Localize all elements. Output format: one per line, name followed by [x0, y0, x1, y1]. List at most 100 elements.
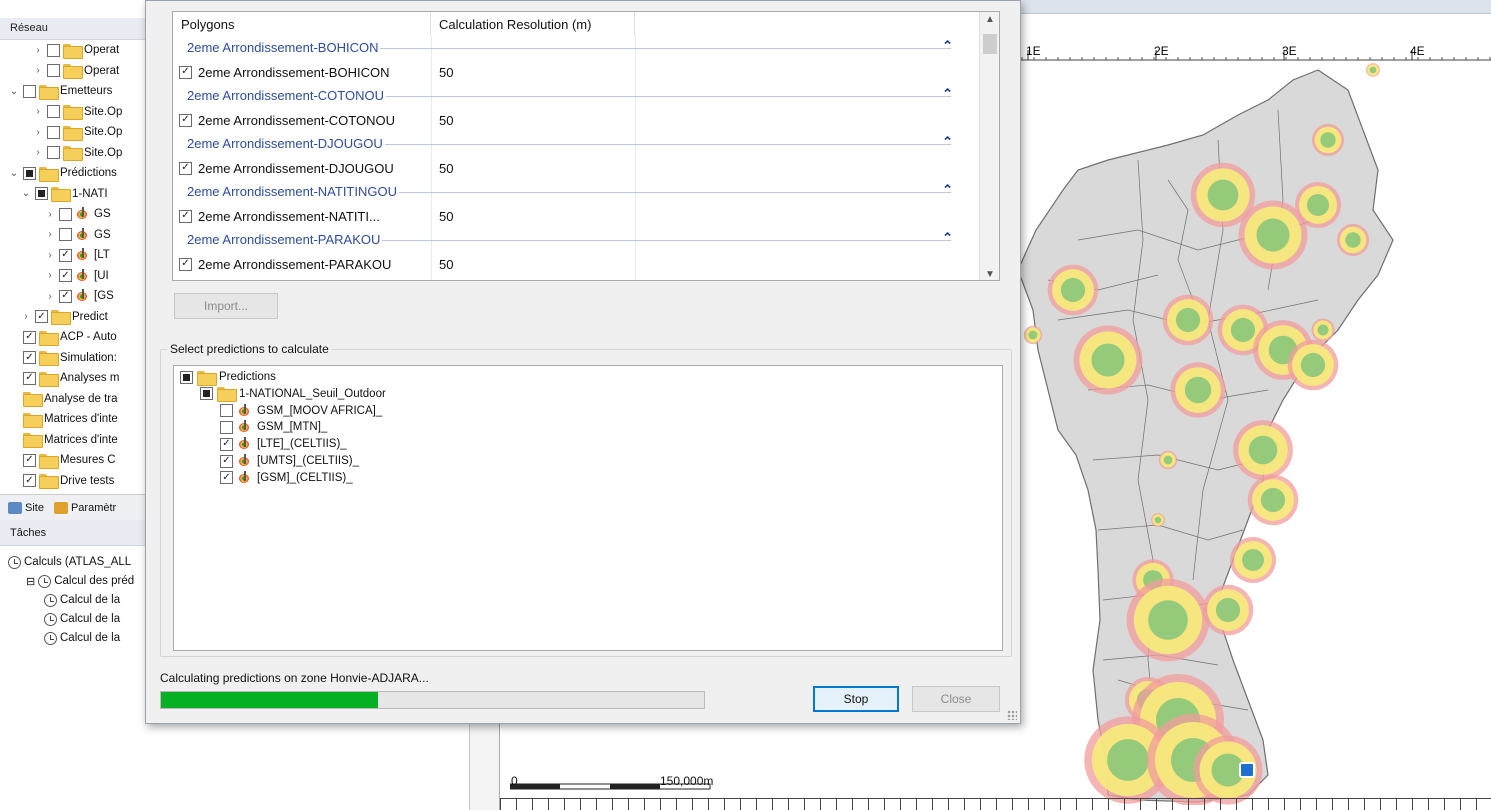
- tree-item[interactable]: › Operat: [32, 61, 119, 81]
- tree-item[interactable]: ⌄ Prédictions: [8, 163, 117, 183]
- checkbox[interactable]: ✓: [59, 248, 72, 262]
- checkbox[interactable]: [47, 125, 60, 139]
- tree-item[interactable]: ✓ Drive tests: [8, 471, 114, 491]
- tab-site[interactable]: Site: [8, 501, 44, 514]
- tree-item[interactable]: ✓ Simulation:: [8, 348, 117, 368]
- expand-right-icon[interactable]: ›: [20, 311, 32, 322]
- polygon-group-header[interactable]: 2eme Arrondissement-COTONOU ⌃: [173, 84, 979, 108]
- polygon-row[interactable]: ✓ 2eme Arrondissement-PARAKOU 50: [173, 252, 979, 276]
- resolution-cell[interactable]: 50: [431, 65, 453, 80]
- tree-item[interactable]: › GS: [44, 204, 111, 224]
- checkbox[interactable]: [47, 146, 60, 159]
- tree-item[interactable]: › ✓ [LT: [44, 245, 110, 265]
- collapse-group-icon[interactable]: ⌃: [942, 134, 953, 150]
- tree-item[interactable]: ✓ ACP - Auto: [8, 327, 117, 347]
- resolution-cell[interactable]: 50: [431, 209, 453, 224]
- checkbox[interactable]: ✓: [220, 471, 233, 485]
- checkbox[interactable]: [47, 105, 60, 118]
- polygon-group-header[interactable]: 2eme Arrondissement-PARAKOU ⌃: [173, 228, 979, 252]
- task-item[interactable]: Calcul de la: [44, 628, 120, 648]
- tab-parameters[interactable]: Paramètr: [53, 501, 116, 514]
- checkbox[interactable]: [59, 207, 72, 221]
- polygon-group-header[interactable]: 2eme Arrondissement-DJOUGOU ⌃: [173, 132, 979, 156]
- task-item[interactable]: Calcul de la: [44, 609, 120, 629]
- expand-right-icon[interactable]: ›: [44, 291, 56, 302]
- task-item[interactable]: ⊟ Calcul des préd: [26, 571, 134, 591]
- column-polygons[interactable]: Polygons: [173, 12, 431, 36]
- resolution-cell[interactable]: 50: [431, 161, 453, 176]
- collapse-group-icon[interactable]: ⌃: [942, 182, 953, 198]
- checkbox[interactable]: ✓: [23, 371, 36, 385]
- tree-item[interactable]: ⌄ Emetteurs: [8, 81, 112, 101]
- prediction-tree-item[interactable]: ✓ [LTE]_(CELTIIS)_: [220, 436, 347, 452]
- predictions-tree[interactable]: Predictions 1-NATIONAL_Seuil_Outdoor GSM_[…: [173, 365, 1003, 651]
- task-item[interactable]: Calculs (ATLAS_ALL: [8, 552, 131, 572]
- close-button[interactable]: Close: [912, 686, 1000, 712]
- checkbox[interactable]: ✓: [59, 289, 72, 303]
- checkbox[interactable]: [180, 370, 193, 384]
- prediction-tree-item[interactable]: ✓ [GSM]_(CELTIIS)_: [220, 470, 353, 486]
- tree-item[interactable]: › ✓ Predict: [20, 307, 108, 327]
- expand-right-icon[interactable]: ›: [32, 45, 44, 56]
- collapse-group-icon[interactable]: ⌃: [942, 86, 953, 102]
- expand-right-icon[interactable]: ›: [44, 209, 56, 220]
- checkbox[interactable]: ✓: [23, 453, 36, 467]
- tree-item[interactable]: › ✓ [GS: [44, 286, 114, 306]
- collapse-group-icon[interactable]: ⌃: [942, 230, 953, 246]
- task-item[interactable]: Calcul de la: [44, 590, 120, 610]
- checkbox[interactable]: ✓: [179, 113, 192, 127]
- expand-right-icon[interactable]: ›: [32, 106, 44, 117]
- expand-right-icon[interactable]: ›: [44, 270, 56, 281]
- checkbox[interactable]: ✓: [179, 161, 192, 175]
- site-marker-icon[interactable]: [1239, 762, 1255, 778]
- checkbox[interactable]: ✓: [23, 351, 36, 364]
- polygons-table[interactable]: Polygons Calculation Resolution (m) 2eme…: [172, 11, 1000, 281]
- prediction-tree-item[interactable]: Predictions: [180, 369, 276, 386]
- tree-item[interactable]: Analyse de tra: [8, 389, 118, 409]
- checkbox[interactable]: [47, 43, 60, 57]
- tree-item[interactable]: ✓ Mesures C: [8, 450, 116, 470]
- polygon-group-header[interactable]: 2eme Arrondissement-BOHICON ⌃: [173, 36, 979, 60]
- tree-item[interactable]: ✓ Analyses m: [8, 368, 119, 388]
- checkbox[interactable]: [220, 420, 233, 434]
- tree-item[interactable]: › GS: [44, 225, 111, 245]
- stop-button[interactable]: Stop: [813, 686, 899, 712]
- collapse-group-icon[interactable]: ⌃: [942, 38, 953, 54]
- polygon-row[interactable]: ✓ 2eme Arrondissement-DJOUGOU 50: [173, 156, 979, 180]
- collapse-icon[interactable]: ⊟: [26, 575, 35, 588]
- prediction-tree-item[interactable]: ✓ [UMTS]_(CELTIIS)_: [220, 453, 359, 469]
- scroll-down-icon[interactable]: ▼: [980, 269, 999, 280]
- column-resolution[interactable]: Calculation Resolution (m): [431, 12, 635, 36]
- tree-item[interactable]: › Site.Op: [32, 143, 122, 163]
- scroll-up-icon[interactable]: ▲: [980, 14, 999, 25]
- scroll-thumb[interactable]: [983, 34, 997, 54]
- tree-item[interactable]: › Site.Op: [32, 122, 122, 142]
- expand-right-icon[interactable]: ›: [32, 65, 44, 76]
- resolution-cell[interactable]: 50: [431, 113, 453, 128]
- tree-item[interactable]: › Site.Op: [32, 102, 122, 122]
- coverage-map[interactable]: [1018, 60, 1491, 805]
- checkbox[interactable]: ✓: [23, 474, 36, 487]
- expand-right-icon[interactable]: ›: [44, 250, 56, 261]
- checkbox[interactable]: ✓: [179, 65, 192, 79]
- checkbox[interactable]: ✓: [220, 454, 233, 468]
- tree-item[interactable]: › ✓ [UI: [44, 266, 109, 286]
- tree-item[interactable]: Matrices d'inte: [8, 430, 118, 450]
- polygon-row[interactable]: ✓ 2eme Arrondissement-COTONOU 50: [173, 108, 979, 132]
- checkbox[interactable]: [35, 187, 48, 200]
- polygon-row[interactable]: ✓ 2eme Arrondissement-NATITI... 50: [173, 204, 979, 228]
- checkbox[interactable]: ✓: [179, 209, 192, 223]
- prediction-tree-item[interactable]: GSM_[MOOV AFRICA]_: [220, 403, 382, 419]
- expand-right-icon[interactable]: ›: [44, 229, 56, 240]
- checkbox[interactable]: [47, 64, 60, 77]
- checkbox[interactable]: [59, 228, 72, 241]
- checkbox[interactable]: ✓: [35, 310, 48, 323]
- prediction-tree-item[interactable]: 1-NATIONAL_Seuil_Outdoor: [200, 386, 386, 403]
- tree-item[interactable]: › Operat: [32, 40, 119, 60]
- resize-grip[interactable]: [1007, 710, 1017, 720]
- polygon-group-header[interactable]: 2eme Arrondissement-NATITINGOU ⌃: [173, 180, 979, 204]
- expand-down-icon[interactable]: ⌄: [20, 188, 32, 199]
- checkbox[interactable]: ✓: [220, 437, 233, 451]
- checkbox[interactable]: ✓: [179, 257, 192, 271]
- tree-item[interactable]: Matrices d'inte: [8, 409, 118, 429]
